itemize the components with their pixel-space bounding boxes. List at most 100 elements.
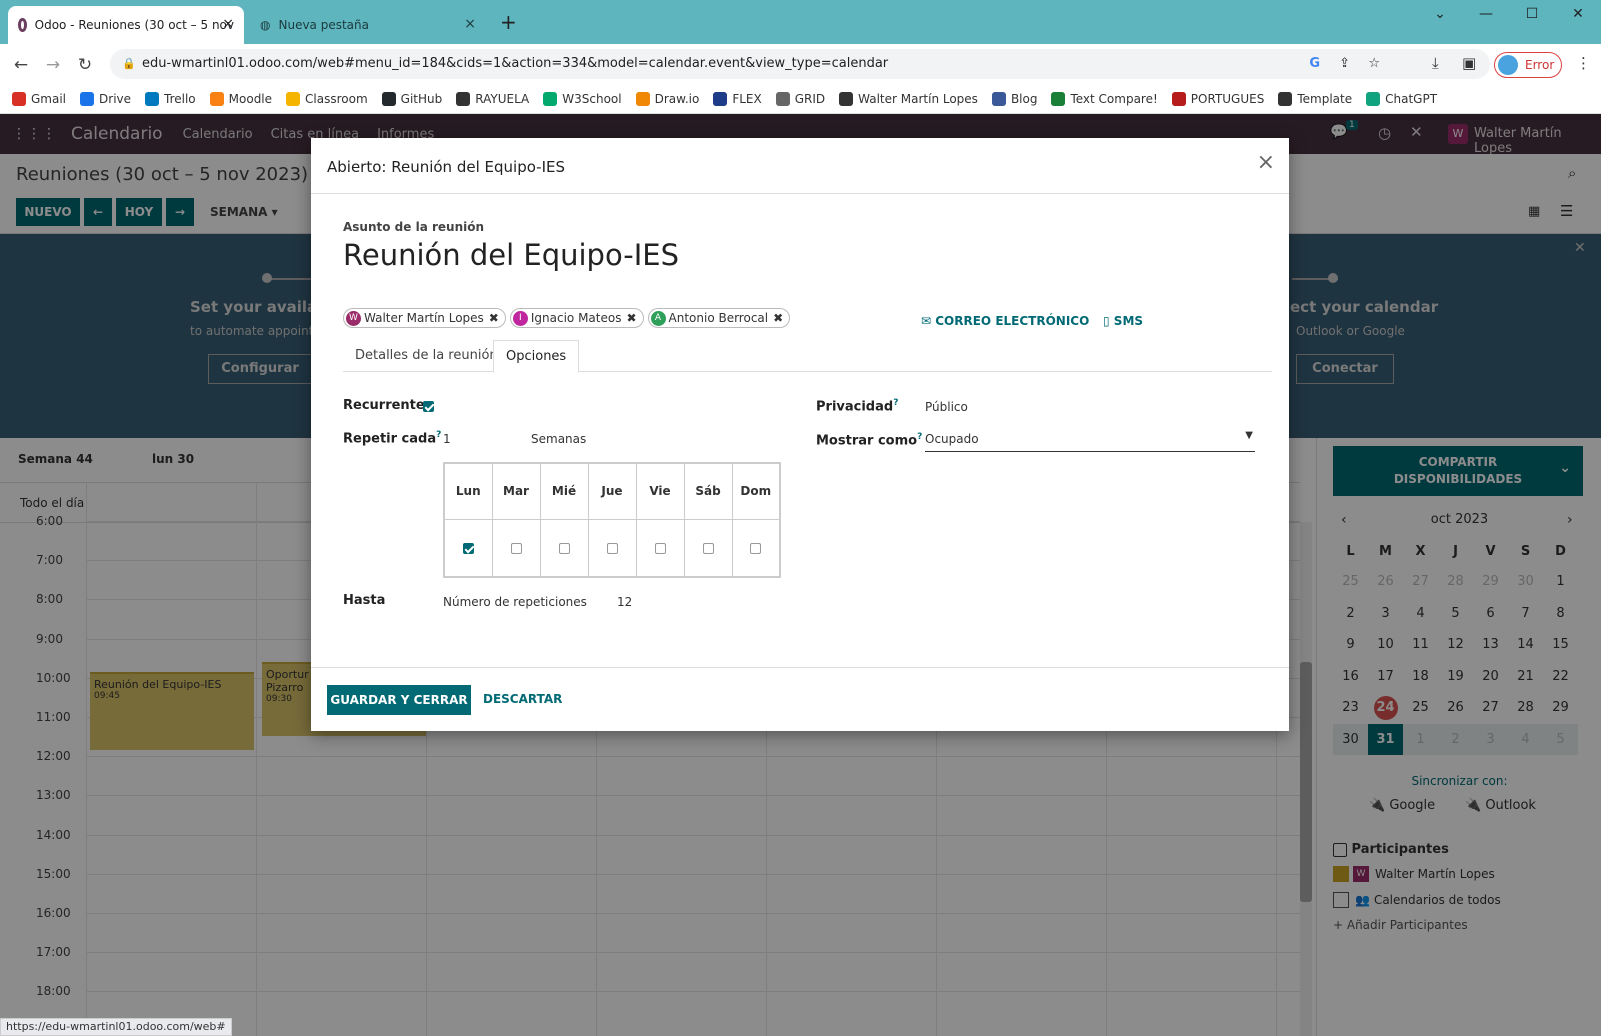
- back-icon[interactable]: ←: [8, 52, 34, 78]
- remove-icon[interactable]: ✖: [489, 311, 499, 325]
- sms-button[interactable]: ▯ SMS: [1103, 314, 1143, 328]
- close-window-icon[interactable]: ✕: [1555, 0, 1601, 30]
- checkbox[interactable]: [423, 401, 434, 412]
- repeat-label: Repetir cada?: [343, 430, 442, 447]
- bookmark-favicon-icon: [145, 91, 160, 106]
- bookmark-item[interactable]: ChatGPT: [1366, 91, 1437, 106]
- bookmark-item[interactable]: Drive: [80, 91, 131, 106]
- maximize-icon[interactable]: ☐: [1509, 0, 1555, 30]
- weekday-checkbox-cell[interactable]: [539, 518, 589, 578]
- bookmark-item[interactable]: Moodle: [209, 91, 272, 106]
- repeat-count-input[interactable]: 12: [617, 595, 632, 609]
- remove-icon[interactable]: ✖: [773, 311, 783, 325]
- new-tab-button[interactable]: +: [500, 10, 517, 34]
- bookmark-item[interactable]: Walter Martín Lopes: [839, 91, 978, 106]
- tab-details[interactable]: Detalles de la reunión: [343, 340, 510, 372]
- weekday-header: Dom: [731, 462, 781, 520]
- showas-select[interactable]: Ocupado ▼: [925, 430, 1255, 452]
- discard-button[interactable]: DESCARTAR: [483, 692, 562, 706]
- privacy-select[interactable]: Público: [925, 400, 968, 414]
- event-dialog: Abierto: Reunión del Equipo-IES × Asunto…: [311, 138, 1289, 731]
- forward-icon[interactable]: →: [40, 52, 66, 78]
- profile-error-button[interactable]: Error: [1494, 52, 1562, 78]
- help-icon[interactable]: ?: [436, 430, 441, 440]
- tab-options[interactable]: Opciones: [493, 340, 580, 373]
- subject-input[interactable]: Reunión del Equipo-IES: [343, 238, 679, 272]
- help-icon[interactable]: ?: [893, 398, 898, 408]
- checkbox[interactable]: [510, 542, 522, 554]
- weekday-checkbox-cell[interactable]: [491, 518, 541, 578]
- attendees-field[interactable]: W Walter Martín Lopes ✖ I Ignacio Mateos ✖ A…: [343, 308, 791, 328]
- recurrent-checkbox[interactable]: [423, 399, 434, 414]
- address-bar: ← → ↻ 🔒 edu-wmartinl01.odoo.com/web#menu…: [0, 44, 1601, 84]
- bookmark-item[interactable]: Gmail: [12, 91, 66, 106]
- google-icon[interactable]: G: [1309, 49, 1320, 79]
- save-close-button[interactable]: GUARDAR Y CERRAR: [327, 685, 471, 715]
- close-tab-icon[interactable]: ×: [464, 16, 476, 32]
- bookmark-favicon-icon: [456, 91, 471, 106]
- subject-label: Asunto de la reunión: [343, 220, 485, 234]
- weekday-table: Lun Mar Mié Jue Vie Sáb Dom: [443, 462, 781, 578]
- weekday-checkbox-cell[interactable]: [683, 518, 733, 578]
- window-controls: ⌄ — ☐ ✕: [1417, 0, 1601, 30]
- help-icon[interactable]: ?: [917, 432, 922, 442]
- close-tab-icon[interactable]: ×: [222, 16, 234, 32]
- bookmark-item[interactable]: Trello: [145, 91, 196, 106]
- tab-search-icon[interactable]: ⌄: [1417, 0, 1463, 30]
- close-icon[interactable]: ×: [1257, 150, 1275, 175]
- repeat-unit-select[interactable]: Semanas: [531, 432, 586, 446]
- bookmark-item[interactable]: Draw.io: [635, 91, 699, 106]
- lock-icon: 🔒: [122, 57, 136, 70]
- weekday-checkbox-cell[interactable]: [731, 518, 781, 578]
- avatar: I: [512, 310, 528, 326]
- browser-tab-new[interactable]: ◍ Nueva pestaña ×: [250, 6, 486, 44]
- checkbox[interactable]: [462, 542, 474, 554]
- bookmark-item[interactable]: PORTUGUES: [1171, 91, 1264, 106]
- download-icon[interactable]: ⤓: [1432, 54, 1439, 72]
- envelope-icon: ✉: [921, 314, 932, 328]
- attendee-tag: A Antonio Berrocal ✖: [647, 308, 791, 328]
- star-icon[interactable]: ☆: [1368, 49, 1380, 79]
- share-icon[interactable]: ⇪: [1339, 49, 1350, 79]
- checkbox[interactable]: [702, 542, 714, 554]
- attendee-tag: I Ignacio Mateos ✖: [509, 308, 644, 328]
- reload-icon[interactable]: ↻: [72, 52, 98, 78]
- odoo-favicon-icon: [18, 18, 27, 32]
- until-label: Hasta: [343, 593, 386, 608]
- bookmark-item[interactable]: Classroom: [286, 91, 368, 106]
- weekday-checkbox-cell[interactable]: [635, 518, 685, 578]
- minimize-icon[interactable]: —: [1463, 0, 1509, 30]
- caret-down-icon: ▼: [1245, 430, 1253, 441]
- until-type-select[interactable]: Número de repeticiones: [443, 595, 587, 609]
- checkbox[interactable]: [654, 542, 666, 554]
- privacy-label: Privacidad?: [816, 398, 899, 415]
- bookmark-item[interactable]: Text Compare!: [1051, 91, 1158, 106]
- mobile-icon: ▯: [1103, 314, 1110, 328]
- bookmark-item[interactable]: Template: [1278, 91, 1352, 106]
- bookmark-favicon-icon: [381, 91, 396, 106]
- weekday-header: Lun: [443, 462, 493, 520]
- checkbox[interactable]: [558, 542, 570, 554]
- checkbox[interactable]: [606, 542, 618, 554]
- weekday-header: Vie: [635, 462, 685, 520]
- url-input[interactable]: 🔒 edu-wmartinl01.odoo.com/web#menu_id=18…: [110, 49, 1490, 79]
- browser-tab-odoo[interactable]: Odoo - Reuniones (30 oct – 5 nov ×: [8, 6, 244, 44]
- bookmark-favicon-icon: [209, 91, 224, 106]
- bookmark-favicon-icon: [543, 91, 558, 106]
- kebab-menu-icon[interactable]: ⋮: [1576, 54, 1591, 72]
- bookmark-item[interactable]: GitHub: [381, 91, 442, 106]
- checkbox[interactable]: [750, 542, 762, 554]
- email-button[interactable]: ✉ CORREO ELECTRÓNICO: [921, 314, 1089, 328]
- weekday-checkbox-cell[interactable]: [443, 518, 493, 578]
- globe-icon: ◍: [260, 18, 271, 32]
- bookmark-item[interactable]: FLEX: [713, 91, 762, 106]
- repeat-interval-input[interactable]: 1: [443, 432, 451, 446]
- remove-icon[interactable]: ✖: [626, 311, 636, 325]
- weekday-checkbox-cell[interactable]: [587, 518, 637, 578]
- bookmark-item[interactable]: Blog: [991, 91, 1037, 106]
- bookmark-item[interactable]: RAYUELA: [456, 91, 529, 106]
- sidepanel-icon[interactable]: ▣: [1462, 54, 1476, 72]
- bookmark-item[interactable]: W3School: [543, 91, 622, 106]
- bookmark-item[interactable]: GRID: [775, 91, 825, 106]
- bookmark-favicon-icon: [1171, 91, 1186, 106]
